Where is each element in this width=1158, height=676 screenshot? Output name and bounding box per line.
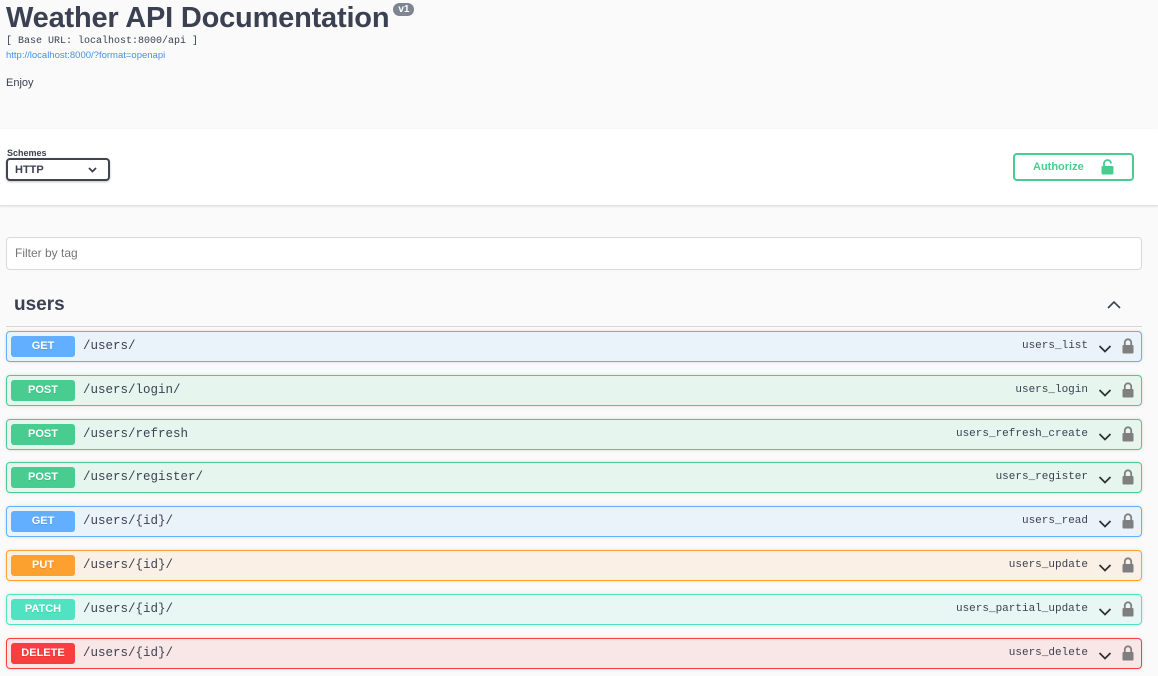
operation-path: /users/login/ xyxy=(83,382,181,397)
spec-link[interactable]: http://localhost:8000/?format=openapi xyxy=(6,50,165,61)
operation-row[interactable]: DELETE /users/{id}/ users_delete xyxy=(6,637,1142,669)
operation-row[interactable]: POST /users/register/ users_register xyxy=(6,462,1142,494)
operation-id: users_read xyxy=(1021,515,1088,528)
lock-icon[interactable] xyxy=(1122,513,1134,534)
operation-id: users_delete xyxy=(1008,646,1088,659)
chevron-down-icon[interactable] xyxy=(1098,385,1112,403)
chevron-up-icon[interactable] xyxy=(1106,297,1122,318)
operation-id: users_refresh_create xyxy=(955,427,1088,440)
lock-icon[interactable] xyxy=(1122,382,1134,403)
unlocked-icon xyxy=(1101,159,1114,178)
schemes-select[interactable]: HTTP xyxy=(6,158,110,181)
chevron-down-icon[interactable] xyxy=(1098,604,1112,622)
operation-path: /users/refresh xyxy=(83,426,189,441)
method-badge: POST xyxy=(11,379,75,401)
version-badge: v1 xyxy=(393,3,415,16)
operation-path: /users/{id}/ xyxy=(83,514,174,529)
schemes-label: Schemes xyxy=(7,148,47,158)
operation-id: users_partial_update xyxy=(955,602,1088,615)
method-badge: GET xyxy=(11,511,75,533)
method-badge: PUT xyxy=(11,555,75,576)
method-badge: POST xyxy=(11,423,75,445)
lock-icon[interactable] xyxy=(1122,469,1134,490)
lock-icon[interactable] xyxy=(1122,601,1134,622)
chevron-down-icon[interactable] xyxy=(1098,560,1112,578)
chevron-down-icon[interactable] xyxy=(1098,341,1112,359)
tag-name: users xyxy=(14,294,65,315)
title-row: Weather API Documentation v1 xyxy=(6,0,415,36)
method-badge: POST xyxy=(11,467,75,489)
operation-id: users_login xyxy=(1015,383,1088,396)
operation-path: /users/register/ xyxy=(83,470,204,485)
tag-section-users[interactable]: users xyxy=(6,287,1142,327)
operation-row[interactable]: GET /users/{id}/ users_read xyxy=(6,506,1142,538)
operation-path: /users/{id}/ xyxy=(83,601,174,616)
chevron-down-icon xyxy=(87,164,98,178)
lock-icon[interactable] xyxy=(1122,645,1134,666)
operation-row[interactable]: POST /users/refresh users_refresh_create xyxy=(6,418,1142,450)
authorize-button[interactable]: Authorize xyxy=(1013,153,1134,181)
authorize-label: Authorize xyxy=(1033,161,1084,173)
operation-id: users_register xyxy=(995,471,1088,484)
scheme-container: Schemes HTTP Authorize xyxy=(0,129,1158,206)
method-badge: GET xyxy=(11,336,75,357)
operation-row[interactable]: PUT /users/{id}/ users_update xyxy=(6,550,1142,581)
operation-row[interactable]: GET /users/ users_list xyxy=(6,331,1142,362)
lock-icon[interactable] xyxy=(1122,557,1134,578)
lock-icon[interactable] xyxy=(1122,338,1134,359)
operation-path: /users/ xyxy=(83,339,136,353)
operation-path: /users/{id}/ xyxy=(83,558,174,572)
chevron-down-icon[interactable] xyxy=(1098,472,1112,490)
operation-path: /users/{id}/ xyxy=(83,645,174,660)
chevron-down-icon[interactable] xyxy=(1098,648,1112,666)
method-badge: PATCH xyxy=(11,598,75,620)
schemes-selected-value: HTTP xyxy=(15,163,44,176)
api-description: Enjoy xyxy=(6,77,34,89)
filter-input[interactable]: Filter by tag xyxy=(6,237,1142,270)
lock-icon[interactable] xyxy=(1122,426,1134,447)
operation-id: users_update xyxy=(1008,559,1088,571)
method-badge: DELETE xyxy=(11,642,75,664)
chevron-down-icon[interactable] xyxy=(1098,516,1112,534)
api-info: Weather API Documentation v1 [ Base URL:… xyxy=(0,0,1158,129)
chevron-down-icon[interactable] xyxy=(1098,429,1112,447)
operation-id: users_list xyxy=(1021,340,1088,352)
operation-row[interactable]: POST /users/login/ users_login xyxy=(6,374,1142,406)
page-title: Weather API Documentation xyxy=(6,2,390,34)
base-url: [ Base URL: localhost:8000/api ] xyxy=(6,36,199,47)
operation-row[interactable]: PATCH /users/{id}/ users_partial_update xyxy=(6,593,1142,625)
